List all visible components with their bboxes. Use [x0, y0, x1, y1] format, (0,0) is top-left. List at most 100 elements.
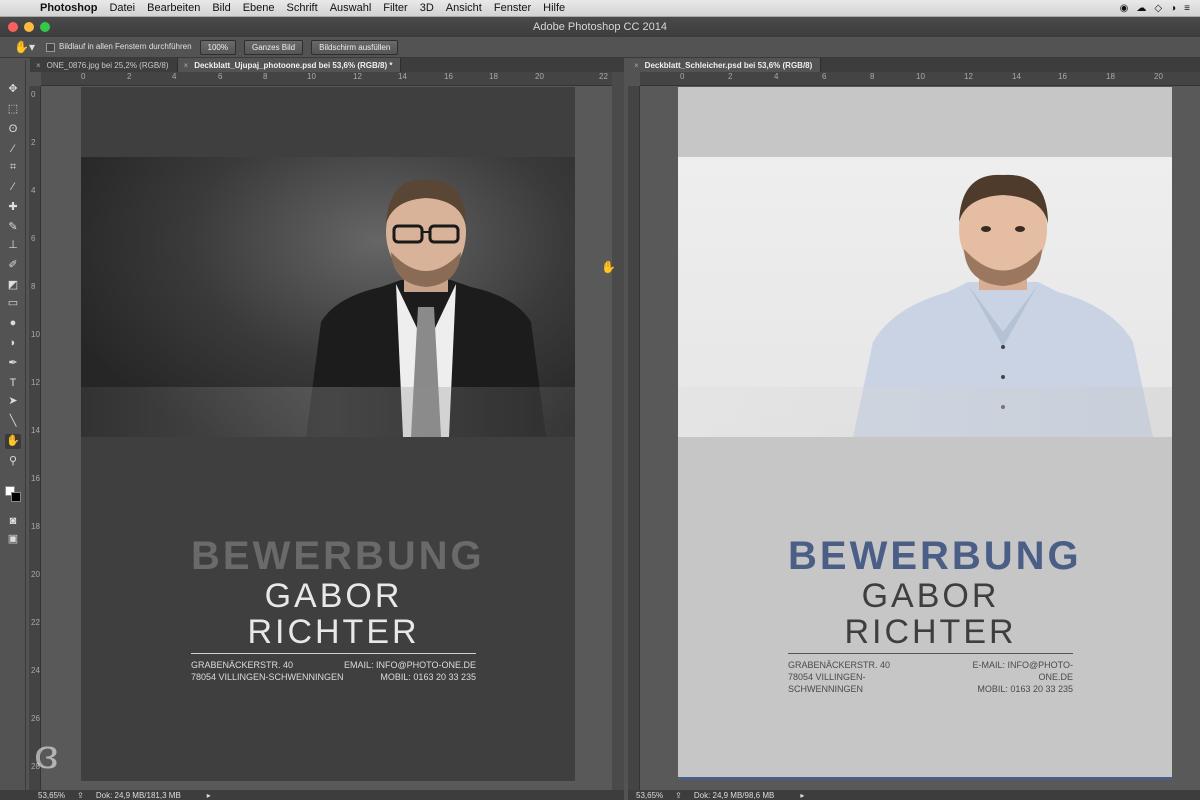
- options-bar: ✋▾ Bildlauf in allen Fenstern durchführe…: [0, 37, 1200, 58]
- menu-datei[interactable]: Datei: [103, 2, 141, 14]
- menu-schrift[interactable]: Schrift: [281, 2, 324, 14]
- type-tool-icon[interactable]: T: [5, 376, 21, 391]
- ruler-label: 2: [127, 72, 132, 81]
- menu-ansicht[interactable]: Ansicht: [440, 2, 488, 14]
- menu-fenster[interactable]: Fenster: [488, 2, 537, 14]
- gradient-tool-icon[interactable]: ▭: [5, 296, 21, 311]
- menu-app[interactable]: Photoshop: [34, 2, 103, 14]
- butterfly-logo-icon: ɞ: [34, 732, 59, 778]
- quick-mask-icon[interactable]: ◙: [5, 514, 21, 529]
- menu-bearbeiten[interactable]: Bearbeiten: [141, 2, 206, 14]
- status-icons: ◉ ☁ ◇ ◑ ≡: [1120, 3, 1200, 14]
- ruler-label: 20: [31, 570, 40, 579]
- scrollbar-left[interactable]: [612, 72, 624, 790]
- ruler-label: 24: [31, 666, 40, 675]
- tab-deckblatt-schleicher[interactable]: × Deckblatt_Schleicher.psd bei 53,6% (RGB…: [628, 58, 822, 72]
- ruler-label: 4: [172, 72, 177, 81]
- hand-tool-preset-icon[interactable]: ✋▾: [14, 40, 38, 54]
- menu-hilfe[interactable]: Hilfe: [537, 2, 571, 14]
- creative-cloud-icon[interactable]: ☁: [1136, 3, 1146, 14]
- clone-stamp-tool-icon[interactable]: ⊥: [5, 238, 21, 253]
- checkbox-icon[interactable]: [46, 42, 55, 52]
- zoom-level[interactable]: 53,65%: [38, 791, 65, 800]
- record-icon[interactable]: ◉: [1120, 3, 1129, 14]
- ruler-label: 10: [307, 72, 316, 81]
- scroll-all-windows-checkbox[interactable]: Bildlauf in allen Fenstern durchführen: [46, 42, 192, 52]
- status-menu-arrow-icon[interactable]: ▸: [800, 791, 804, 800]
- zoom-level[interactable]: 53,65%: [636, 791, 663, 800]
- ruler-label: 2: [31, 138, 36, 147]
- crop-tool-icon[interactable]: ⌗: [5, 160, 21, 175]
- screen-mode-icon[interactable]: ▣: [5, 532, 21, 547]
- ruler-label: 12: [31, 378, 40, 387]
- ruler-label: 20: [1154, 72, 1163, 81]
- pen-tool-icon[interactable]: ✒: [5, 356, 21, 371]
- canvas-right-document[interactable]: BEWERBUNG GABOR RICHTER GRABENÄCKERSTR. …: [678, 87, 1172, 780]
- hand-tool-icon[interactable]: ✋: [5, 434, 21, 449]
- ruler-label: 10: [31, 330, 40, 339]
- status-menu-arrow-icon[interactable]: ▸: [207, 791, 211, 800]
- eyedropper-tool-icon[interactable]: ⁄: [5, 180, 21, 195]
- ruler-label: 12: [964, 72, 973, 81]
- lasso-tool-icon[interactable]: ʘ: [5, 122, 21, 137]
- cover-text-block: BEWERBUNG GABOR RICHTER GRABENÄCKERSTR. …: [788, 534, 1079, 695]
- status-bar-right: 53,65% ⇪ Dok: 24,9 MB/98,6 MB ▸: [628, 790, 1200, 800]
- share-icon[interactable]: ⇪: [77, 791, 84, 800]
- color-swatches-icon[interactable]: [5, 474, 21, 502]
- tab-deckblatt-ujupaj[interactable]: × Deckblatt_Ujupaj_photoone.psd bei 53,6%…: [177, 58, 402, 72]
- menu-ebene[interactable]: Ebene: [237, 2, 281, 14]
- zoom-tool-icon[interactable]: ⚲: [5, 454, 21, 469]
- close-tab-icon[interactable]: ×: [36, 61, 41, 70]
- healing-brush-tool-icon[interactable]: ✚: [5, 200, 21, 215]
- menu-3d[interactable]: 3D: [414, 2, 440, 14]
- ruler-label: 18: [31, 522, 40, 531]
- menu-filter[interactable]: Filter: [377, 2, 413, 14]
- close-tab-icon[interactable]: ×: [184, 61, 189, 70]
- menu-bild[interactable]: Bild: [206, 2, 236, 14]
- divider-line: [191, 653, 476, 654]
- tools-panel: ✥ ⬚ ʘ ⁄ ⌗ ⁄ ✚ ✎ ⊥ ✐ ◩ ▭ ● ◗ ✒ T ➤ ╲ ✋ ⚲ …: [0, 60, 26, 790]
- share-icon[interactable]: ⇪: [675, 791, 682, 800]
- hand-cursor-icon: ✋: [601, 260, 616, 274]
- marquee-tool-icon[interactable]: ⬚: [5, 102, 21, 117]
- menu-auswahl[interactable]: Auswahl: [324, 2, 378, 14]
- minimize-window-icon[interactable]: [24, 22, 34, 32]
- contact-details: GRABENÄCKERSTR. 40 78054 VILLINGEN-SCHWE…: [788, 659, 1073, 695]
- canvas-left-document[interactable]: BEWERBUNG GABOR RICHTER GRABENÄCKERSTR. …: [81, 87, 575, 781]
- quick-selection-tool-icon[interactable]: ⁄: [5, 142, 21, 157]
- line-tool-icon[interactable]: ╲: [5, 414, 21, 429]
- path-selection-tool-icon[interactable]: ➤: [5, 394, 21, 409]
- contact-details: GRABENÄCKERSTR. 40 78054 VILLINGEN-SCHWE…: [191, 659, 476, 683]
- dropbox-icon[interactable]: ◇: [1154, 3, 1162, 14]
- cover-name: GABOR RICHTER: [844, 577, 1017, 651]
- address-city: 78054 VILLINGEN-SCHWENNINGEN: [788, 672, 866, 694]
- fit-screen-button[interactable]: Ganzes Bild: [244, 39, 304, 55]
- move-tool-icon[interactable]: ✥: [5, 82, 21, 97]
- menu-extras-icon[interactable]: ◑: [1170, 3, 1176, 14]
- close-window-icon[interactable]: [8, 22, 18, 32]
- close-tab-icon[interactable]: ×: [634, 61, 639, 70]
- zoom-window-icon[interactable]: [40, 22, 50, 32]
- horizontal-ruler-left: 0 2 4 6 8 10 12 14 16 18 20 22: [41, 72, 614, 86]
- ruler-label: 22: [599, 72, 608, 81]
- brush-tool-icon[interactable]: ✎: [5, 220, 21, 235]
- tab-one-0876[interactable]: × ONE_0876.jpg bei 25,2% (RGB/8): [30, 58, 178, 72]
- blur-tool-icon[interactable]: ●: [5, 316, 21, 331]
- ruler-label: 2: [728, 72, 733, 81]
- window-controls: [8, 22, 50, 32]
- document-size: Dok: 24,9 MB/181,3 MB: [95, 790, 181, 800]
- contact-email: EMAIL: INFO@PHOTO-ONE.DE: [344, 660, 476, 670]
- zoom-100-button[interactable]: 100%: [199, 39, 236, 55]
- address-street: GRABENÄCKERSTR. 40: [191, 660, 294, 670]
- ruler-label: 8: [870, 72, 875, 81]
- ruler-label: 14: [31, 426, 40, 435]
- history-brush-tool-icon[interactable]: ✐: [5, 258, 21, 273]
- accent-strip: [678, 777, 1172, 780]
- eraser-tool-icon[interactable]: ◩: [5, 278, 21, 293]
- ruler-label: 4: [31, 186, 36, 195]
- fill-screen-button[interactable]: Bildschirm ausfüllen: [311, 39, 399, 55]
- dodge-tool-icon[interactable]: ◗: [5, 336, 21, 351]
- ruler-label: 20: [535, 72, 544, 81]
- cover-text-block: BEWERBUNG GABOR RICHTER GRABENÄCKERSTR. …: [191, 534, 482, 683]
- notification-icon[interactable]: ≡: [1184, 3, 1190, 14]
